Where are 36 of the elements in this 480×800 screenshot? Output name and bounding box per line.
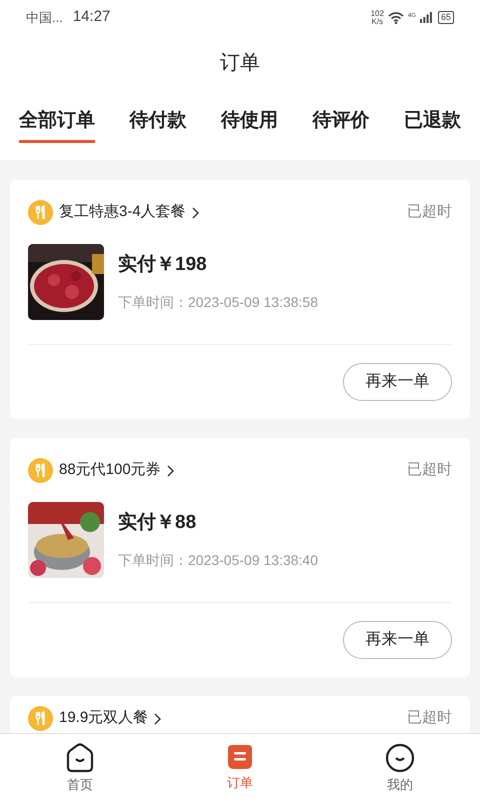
chevron-right-icon (154, 712, 162, 724)
package-link[interactable]: 19.9元双人餐 (59, 707, 162, 730)
order-time: 下单时间：2023-05-09 13:38:58 (118, 292, 318, 312)
speed-value: 102 (370, 10, 384, 18)
order-status: 已超时 (407, 202, 452, 222)
order-tab[interactable]: 待评价 (312, 107, 370, 143)
nav-tab[interactable]: 首页 (0, 734, 160, 800)
order-time: 下单时间：2023-05-09 13:38:40 (118, 550, 318, 570)
nav-tab[interactable]: 我的 (320, 734, 480, 800)
page-title: 订单 (220, 50, 260, 76)
signal-icon (420, 12, 432, 23)
package-link[interactable]: 88元代100元券 (59, 459, 174, 482)
paid-amount: 实付￥198 (118, 252, 208, 278)
reorder-button[interactable]: 再来一单 (343, 363, 452, 401)
order-tab[interactable]: 待使用 (221, 107, 278, 143)
chevron-right-icon (192, 206, 199, 218)
home-icon (65, 743, 95, 773)
fork-knife-icon (28, 200, 53, 225)
smiley-icon (385, 743, 415, 773)
wifi-icon (388, 12, 404, 24)
chevron-right-icon (166, 464, 174, 476)
nav-tab[interactable]: 订单 (160, 734, 320, 800)
battery-level: 65 (438, 11, 454, 24)
paid-amount: 实付￥88 (118, 510, 198, 536)
order-tab[interactable]: 全部订单 (19, 107, 95, 143)
speed-unit: K/s (372, 18, 384, 26)
order-tab[interactable]: 待付款 (130, 107, 186, 143)
carrier-name: 中国... (26, 8, 63, 27)
package-link[interactable]: 复工特惠3-4人套餐 (59, 201, 199, 224)
fork-knife-icon (28, 458, 53, 483)
order-status: 已超时 (407, 460, 452, 480)
order-tab[interactable]: 已退款 (404, 107, 461, 143)
clock-time: 14:27 (72, 7, 110, 28)
reorder-button[interactable]: 再来一单 (343, 621, 452, 659)
order-status: 已超时 (407, 708, 452, 728)
order-icon (226, 743, 254, 771)
